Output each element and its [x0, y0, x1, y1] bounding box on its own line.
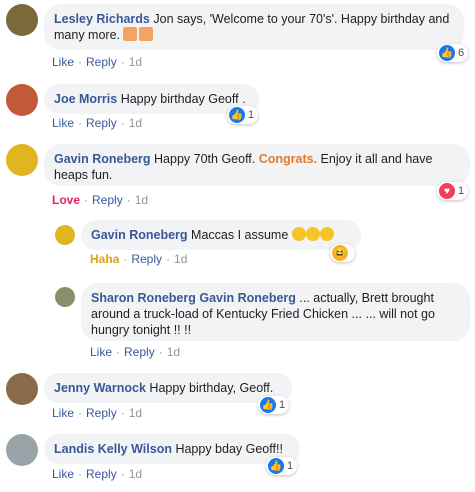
- like-reaction-icon: 👍: [268, 458, 284, 474]
- comment-bubble: Joe Morris Happy birthday Geoff .: [44, 84, 259, 114]
- reply-button[interactable]: Reply: [92, 193, 123, 207]
- comment-actions: Haha · Reply · 1d: [90, 252, 188, 266]
- reaction-count[interactable]: 👍 1: [227, 106, 259, 124]
- like-button[interactable]: Like: [52, 406, 74, 420]
- comment-author[interactable]: Sharon Roneberg: [91, 291, 196, 305]
- avatar[interactable]: [55, 287, 75, 307]
- comment-author[interactable]: Jenny Warnock: [54, 381, 146, 395]
- mention-link[interactable]: Gavin Roneberg: [199, 291, 296, 305]
- like-button[interactable]: Like: [90, 345, 112, 359]
- reaction-count[interactable]: ♥ 1: [437, 182, 469, 200]
- comment-bubble: Jenny Warnock Happy birthday, Geoff.: [44, 373, 292, 403]
- like-button[interactable]: Like: [52, 55, 74, 69]
- avatar[interactable]: [6, 373, 38, 405]
- comment-author[interactable]: Gavin Roneberg: [91, 228, 188, 242]
- comment-text: Happy bday Geoff!!: [175, 442, 283, 456]
- comment-bubble: Landis Kelly Wilson Happy bday Geoff!!: [44, 434, 300, 464]
- comment-actions: Like · Reply · 1d: [52, 55, 143, 69]
- avatar[interactable]: [55, 225, 75, 245]
- comment-actions: Like · Reply · 1d: [52, 116, 143, 130]
- cocktail-emoji-icon: [139, 27, 154, 41]
- reply-button[interactable]: Reply: [86, 55, 117, 69]
- comment-author[interactable]: Landis Kelly Wilson: [54, 442, 172, 456]
- reaction-count[interactable]: 👍 1: [258, 396, 290, 414]
- reply-button[interactable]: Reply: [131, 252, 162, 266]
- comment-text: Maccas I assume: [191, 228, 289, 242]
- comment-actions: Love · Reply · 1d: [52, 193, 149, 207]
- comment-text: Happy 70th Geoff.: [154, 152, 259, 166]
- comment-bubble: Sharon Roneberg Gavin Roneberg ... actua…: [81, 283, 470, 341]
- avatar[interactable]: [6, 4, 38, 36]
- love-reaction-icon: ♥: [439, 183, 455, 199]
- love-button[interactable]: Love: [52, 193, 80, 207]
- haha-button[interactable]: Haha: [90, 252, 119, 266]
- avatar[interactable]: [6, 434, 38, 466]
- timestamp[interactable]: 1d: [129, 55, 142, 69]
- reply-button[interactable]: Reply: [124, 345, 155, 359]
- comment-text: Happy birthday Geoff .: [120, 92, 246, 106]
- comment-bubble: Gavin Roneberg Maccas I assume: [81, 220, 361, 250]
- comment-actions: Like · Reply · 1d: [52, 406, 143, 420]
- like-button[interactable]: Like: [52, 467, 74, 481]
- comment-highlight: Congrats.: [258, 152, 318, 166]
- laughing-emoji-icon: [305, 227, 320, 241]
- timestamp[interactable]: 1d: [129, 406, 142, 420]
- comment-author[interactable]: Lesley Richards: [54, 12, 150, 26]
- timestamp[interactable]: 1d: [174, 252, 187, 266]
- cocktail-emoji-icon: [123, 27, 138, 41]
- comment-author[interactable]: Gavin Roneberg: [54, 152, 151, 166]
- reply-button[interactable]: Reply: [86, 406, 117, 420]
- comment-actions: Like · Reply · 1d: [52, 467, 143, 481]
- reaction-count[interactable]: 👍 6: [437, 44, 469, 62]
- comment-text: Happy birthday, Geoff.: [149, 381, 274, 395]
- comment-bubble: Gavin Roneberg Happy 70th Geoff. Congrat…: [44, 144, 470, 186]
- avatar[interactable]: [6, 84, 38, 116]
- reply-button[interactable]: Reply: [86, 467, 117, 481]
- timestamp[interactable]: 1d: [167, 345, 180, 359]
- like-reaction-icon: 👍: [260, 397, 276, 413]
- reply-button[interactable]: Reply: [86, 116, 117, 130]
- like-reaction-icon: 👍: [439, 45, 455, 61]
- comment-bubble: Lesley Richards Jon says, 'Welcome to yo…: [44, 4, 464, 50]
- timestamp[interactable]: 1d: [129, 116, 142, 130]
- comment-actions: Like · Reply · 1d: [90, 345, 181, 359]
- laughing-emoji-icon: [291, 227, 306, 241]
- like-reaction-icon: 👍: [229, 107, 245, 123]
- laughing-emoji-icon: [319, 227, 334, 241]
- haha-reaction-icon: 😆: [332, 245, 348, 261]
- comment-author[interactable]: Joe Morris: [54, 92, 117, 106]
- timestamp[interactable]: 1d: [135, 193, 148, 207]
- avatar[interactable]: [6, 144, 38, 176]
- like-button[interactable]: Like: [52, 116, 74, 130]
- reaction-count[interactable]: 😆: [330, 244, 355, 262]
- timestamp[interactable]: 1d: [129, 467, 142, 481]
- reaction-count[interactable]: 👍 1: [266, 457, 298, 475]
